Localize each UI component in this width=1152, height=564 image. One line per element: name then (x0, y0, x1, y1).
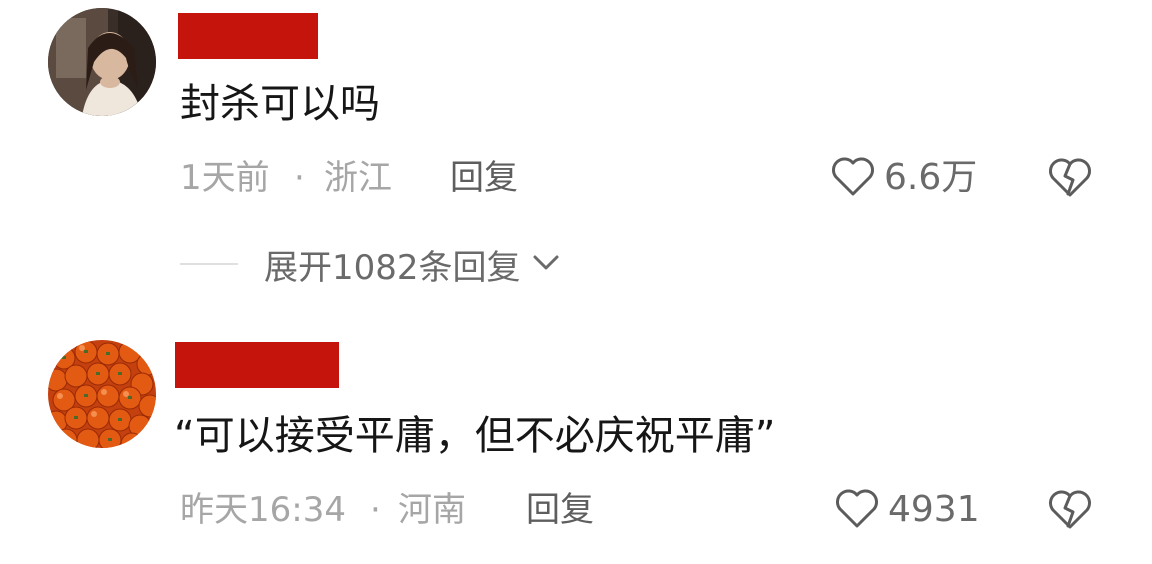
like-count: 4931 (888, 489, 980, 530)
heart-outline-icon (834, 487, 880, 533)
reply-button[interactable]: 回复 (526, 486, 594, 534)
comment-text: “可以接受平庸，但不必庆祝平庸” (174, 413, 776, 459)
comment-location: 浙江 (324, 158, 392, 198)
heart-outline-icon (830, 155, 876, 201)
dislike-button[interactable] (1046, 488, 1094, 534)
username-redacted (175, 342, 339, 388)
comment-text: 封杀可以吗 (180, 81, 380, 127)
chevron-down-icon (531, 252, 561, 276)
meta-separator: · (370, 490, 381, 530)
user-avatar[interactable] (48, 8, 156, 116)
comment-time: 昨天16:34 (180, 490, 346, 530)
comment-meta: 昨天16:34 · 河南 回复 (180, 486, 640, 534)
reply-button[interactable]: 回复 (450, 154, 518, 202)
expand-replies-label: 展开1082条回复 (264, 247, 521, 288)
username-redacted (178, 13, 318, 59)
broken-heart-icon (1046, 490, 1094, 534)
user-avatar[interactable] (48, 340, 156, 448)
dislike-button[interactable] (1046, 156, 1094, 202)
comment-time: 1天前 (180, 158, 270, 198)
expand-replies-button[interactable]: 展开1082条回复 (180, 240, 561, 288)
like-button[interactable]: 6.6万 (830, 154, 977, 202)
comment-item: “可以接受平庸，但不必庆祝平庸” 昨天16:34 · 河南 回复 4931 (0, 300, 1152, 564)
broken-heart-icon (1046, 158, 1094, 202)
comment-item: 封杀可以吗 1天前 · 浙江 回复 6.6万 展开1082条回复 (0, 0, 1152, 300)
expand-divider (180, 263, 238, 265)
comment-meta: 1天前 · 浙江 回复 (180, 154, 580, 202)
like-button[interactable]: 4931 (834, 486, 980, 534)
comment-location: 河南 (398, 490, 466, 530)
meta-separator: · (294, 158, 305, 198)
like-count: 6.6万 (884, 157, 978, 198)
